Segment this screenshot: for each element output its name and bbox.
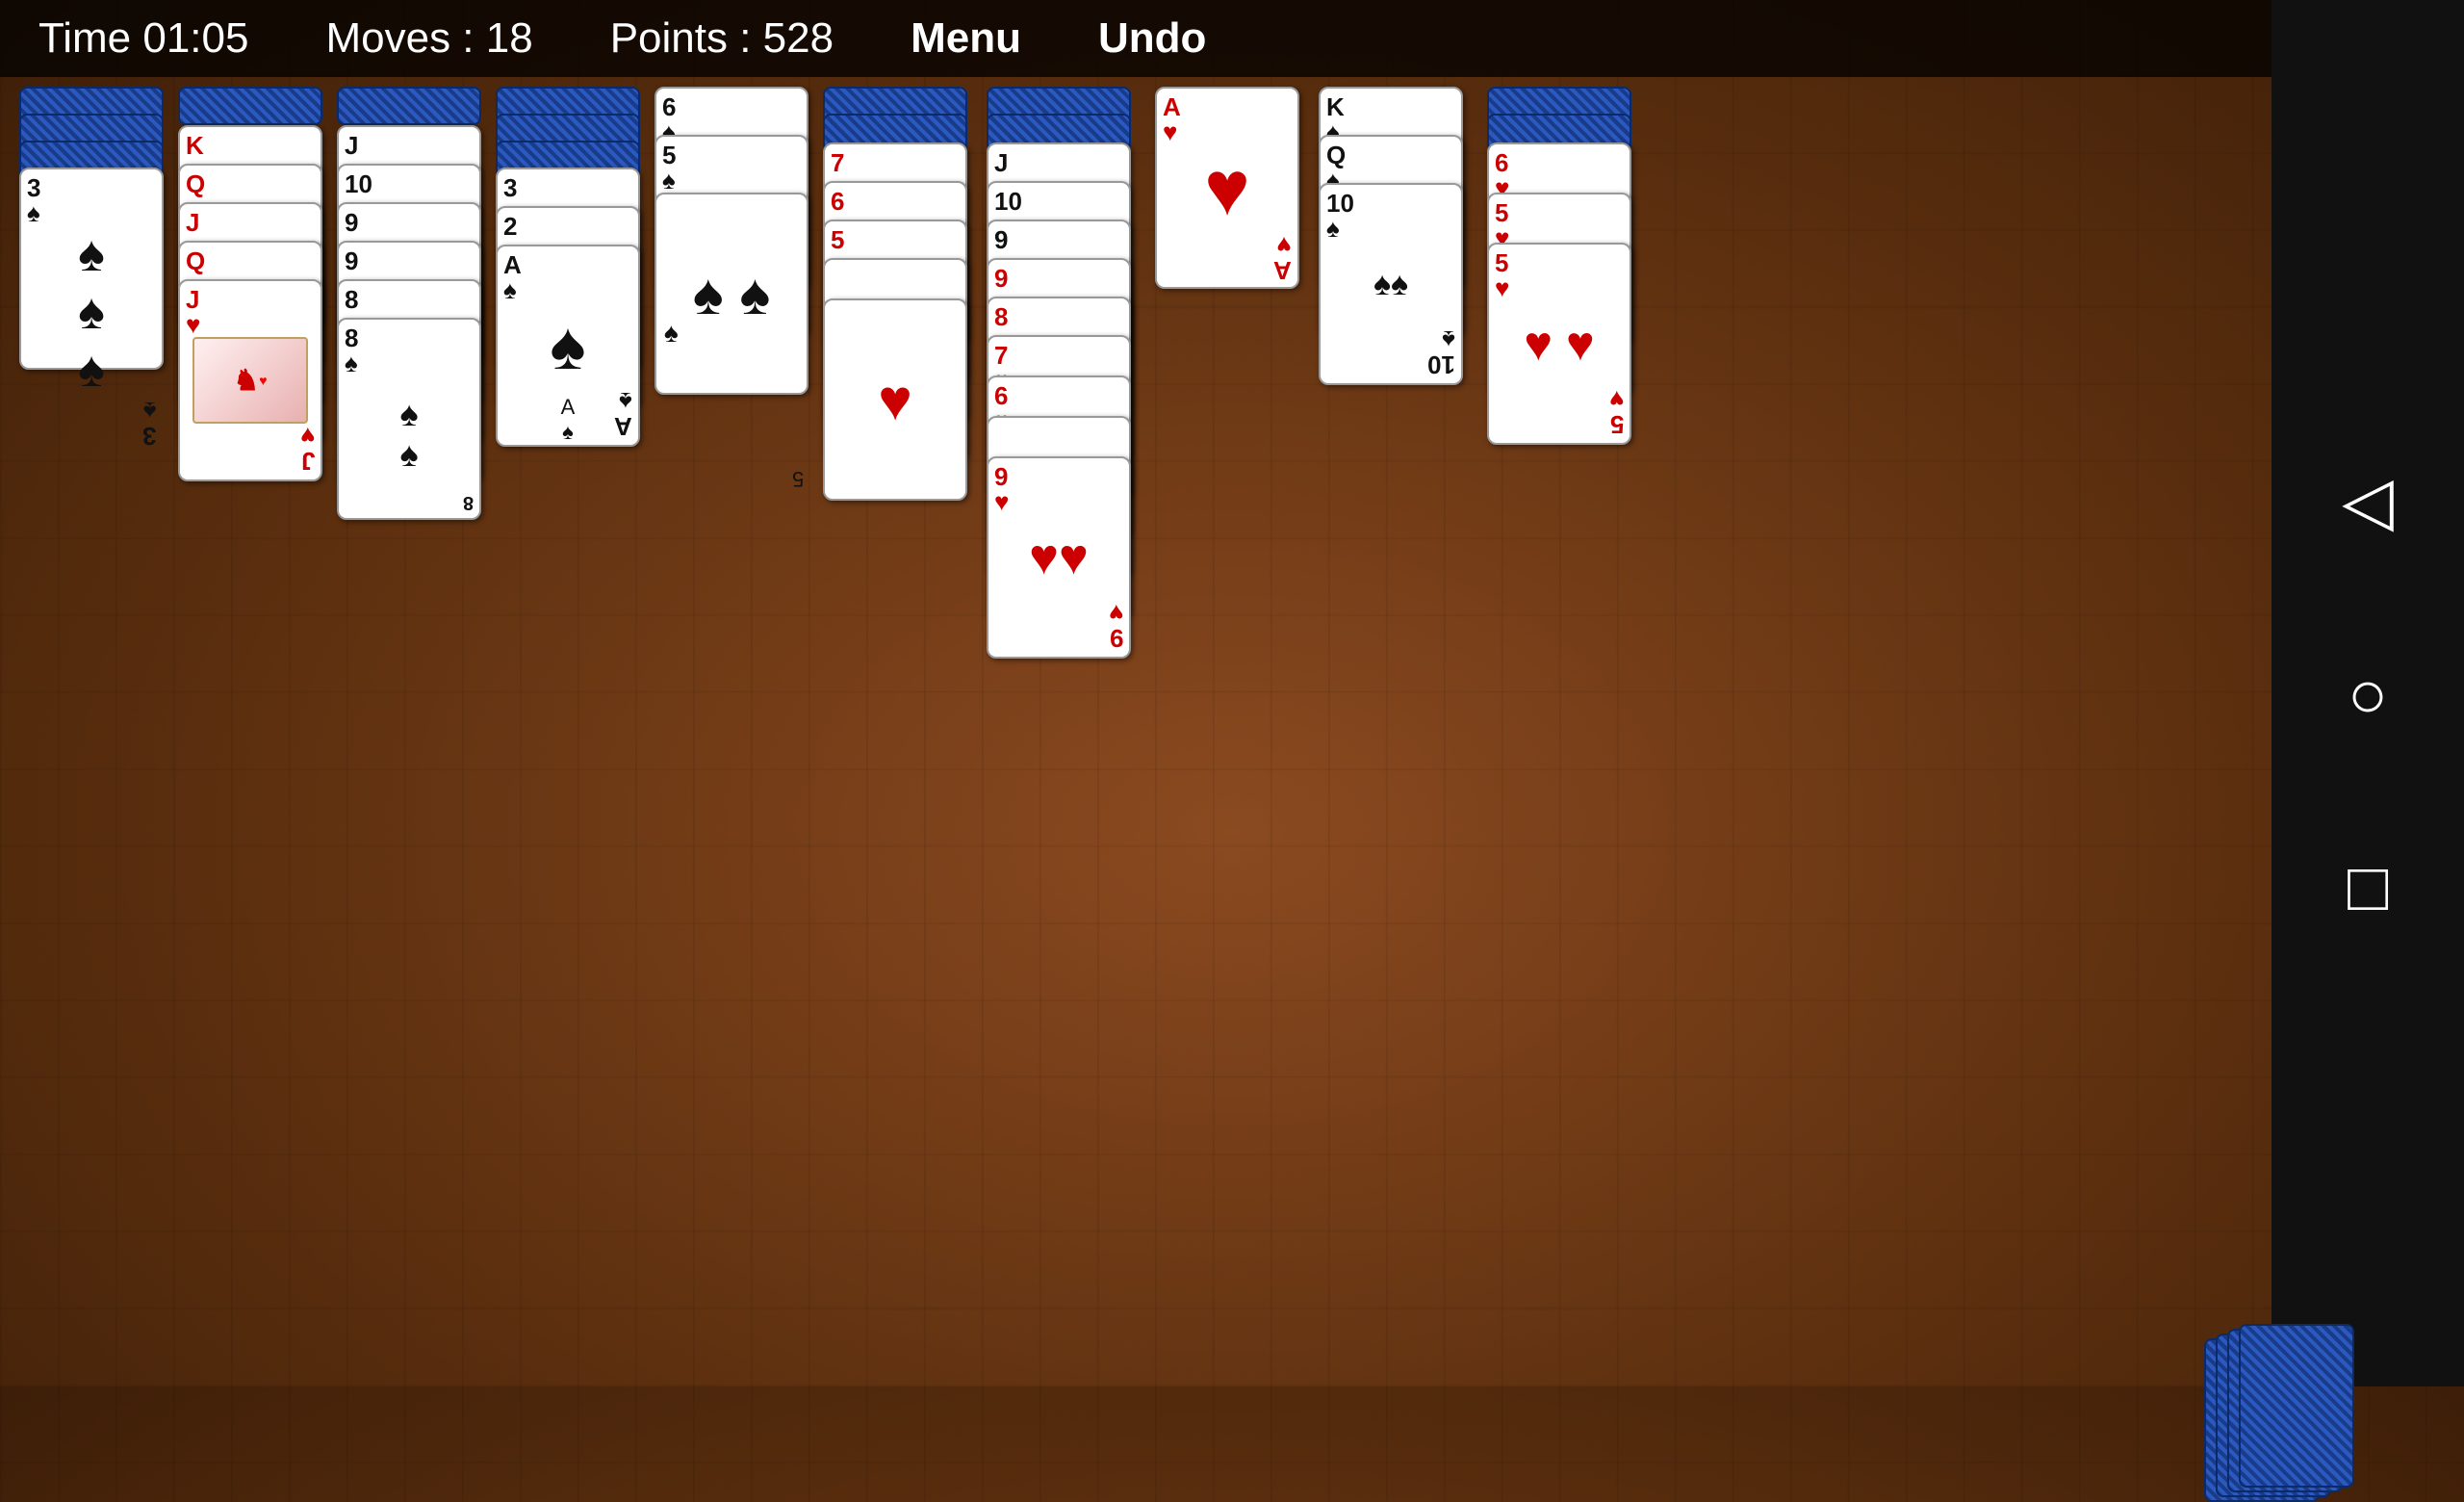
column-6[interactable]: 7♥ ♥♥♥ 7♥ 6♥ ♥♥♥ 6♥ 5♥ ♥♥ 5♥ ♥ ♥: [823, 87, 982, 587]
time-display: Time 01:05: [38, 14, 248, 63]
card-9-hearts-bot[interactable]: 9♥ ♥♥ 9♥: [987, 456, 1131, 659]
column-5[interactable]: 6♠ ♠♠♠♠ 6♠ 5♠ ♠♠ 5♠ ♠ ♠ ♠ 5: [654, 87, 813, 491]
column-7[interactable]: J♠ ♞♠ J♠ 10♠ ♠♠ 10♠ 9♠ ♠♠ 9♠ 9♥ ♥♥: [987, 87, 1145, 780]
column-1[interactable]: 3♠ ♠♠♠ 3♠: [19, 87, 168, 414]
card-back: [337, 87, 481, 125]
column-10[interactable]: 6♥ ♥♥♥ 6♥ 5♥ ♥♥ 5♥ 5♥ ♥ ♥ 5♥: [1487, 87, 1646, 510]
column-4[interactable]: 3♠ ♠ 3♠ 2♠ ♠ 2♠ A♠ ♠ A♠ A♠: [496, 87, 645, 549]
card-back: [178, 87, 322, 125]
card-jack-hearts-2[interactable]: J♥ ♞♥ J♥: [178, 279, 322, 481]
card-5-hearts-col10-2[interactable]: 5♥ ♥ ♥ 5♥: [1487, 243, 1631, 445]
card-8-spades-2[interactable]: 8♠ ♠♠ 8: [337, 318, 481, 520]
column-3[interactable]: J♠ ♞♠ J♠ 10♠ ♠♠♠♠♠♠ 10♠ 9♠ ♠♠♠ 9♠ 9♠: [337, 87, 486, 626]
bottom-5-label: 5: [792, 466, 804, 491]
deck-card-4: [2239, 1324, 2354, 1488]
card-ace-hearts[interactable]: A♥ ♥ A♥: [1155, 87, 1299, 289]
column-8[interactable]: A♥ ♥ A♥: [1155, 87, 1314, 327]
menu-button[interactable]: Menu: [911, 14, 1021, 63]
column-2[interactable]: K♥ ♔♥ K♥ Q♥ ♛♥ Q♥ J♥ ♞♥ J♥: [178, 87, 327, 568]
card-hearts-3[interactable]: ♥: [823, 298, 967, 501]
ace-small: A♠: [496, 395, 640, 445]
column-9[interactable]: K♠ ♔♠ K♠ Q♠ ♛♠ Q♠ 10♠ ♠♠ 10♠: [1319, 87, 1477, 453]
bottom-spade: ♠: [664, 318, 679, 349]
game-area: 3♠ ♠♠♠ 3♠ K♥ ♔♥ K♥ Q♥ ♛♥ Q♥: [0, 77, 2464, 1386]
card-3-spades[interactable]: 3♠ ♠♠♠ 3♠: [19, 168, 164, 370]
points-display: Points : 528: [610, 14, 834, 63]
game-header: Time 01:05 Moves : 18 Points : 528 Menu …: [0, 0, 2464, 77]
card-10-spades-col9[interactable]: 10♠ ♠♠ 10♠: [1319, 183, 1463, 385]
moves-display: Moves : 18: [325, 14, 532, 63]
undo-button[interactable]: Undo: [1098, 14, 1206, 63]
card-5-spades-2[interactable]: ♠ ♠: [654, 193, 808, 395]
